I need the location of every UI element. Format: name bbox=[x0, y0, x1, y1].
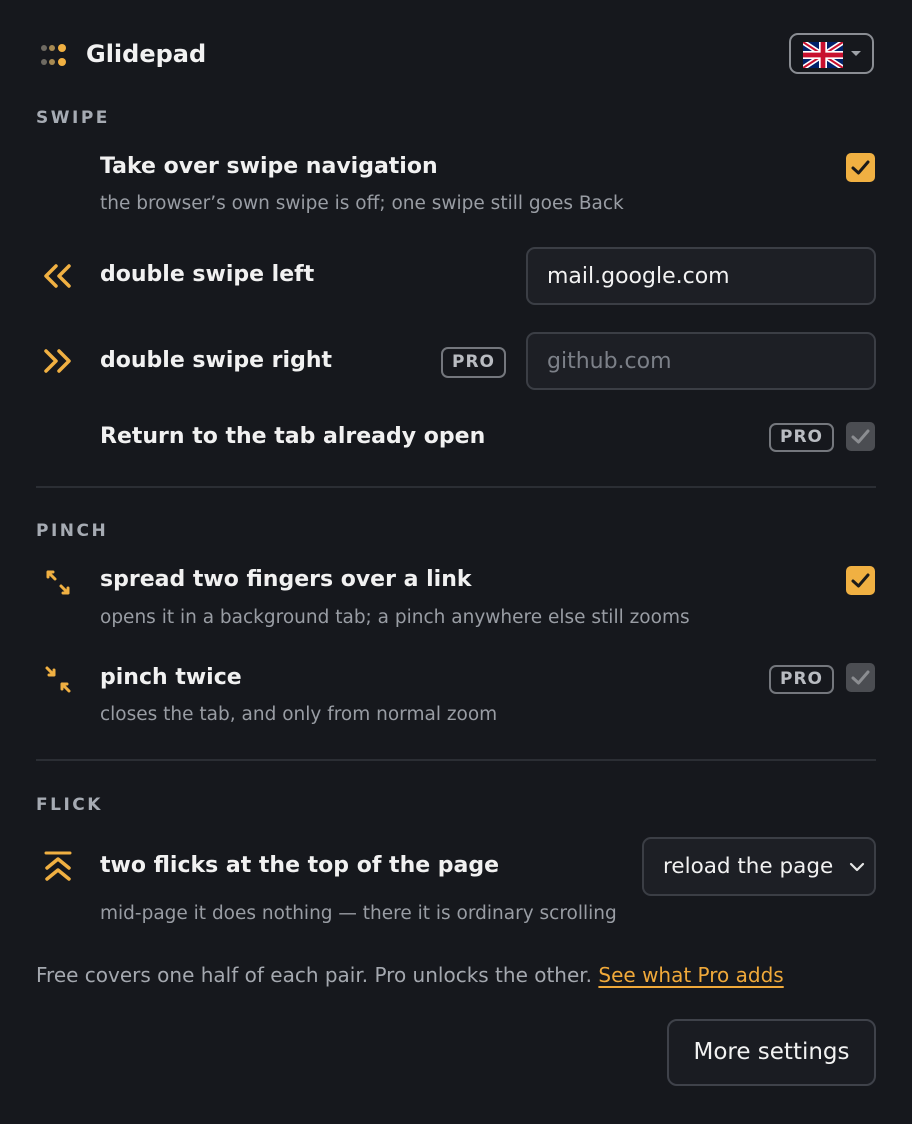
chevron-down-icon bbox=[848, 859, 866, 878]
expand-arrows-icon bbox=[40, 566, 76, 600]
footer-note: Free covers one half of each pair. Pro u… bbox=[36, 963, 784, 987]
section-label-flick: FLICK bbox=[36, 795, 103, 815]
spread-fingers-checkbox[interactable] bbox=[846, 566, 875, 595]
double-chevron-right-icon bbox=[40, 345, 76, 379]
pinch-twice-checkbox[interactable] bbox=[846, 663, 875, 692]
double-chevron-up-icon bbox=[40, 850, 76, 884]
section-label-pinch: PINCH bbox=[36, 521, 109, 541]
return-to-tab-title: Return to the tab already open bbox=[100, 424, 486, 449]
app-title: Glidepad bbox=[86, 40, 207, 68]
takeover-swipe-checkbox[interactable] bbox=[846, 153, 875, 182]
spread-fingers-desc: opens it in a background tab; a pinch an… bbox=[100, 607, 690, 628]
glidepad-logo-icon bbox=[40, 44, 68, 68]
united-kingdom-flag-icon bbox=[801, 39, 845, 71]
flick-action-select[interactable]: reload the page bbox=[642, 837, 876, 896]
section-divider bbox=[36, 486, 876, 488]
double-chevron-left-icon bbox=[40, 260, 76, 294]
language-selector[interactable] bbox=[789, 33, 874, 74]
pro-badge: PRO bbox=[769, 665, 834, 694]
pinch-twice-title: pinch twice bbox=[100, 665, 242, 690]
footer-note-text: Free covers one half of each pair. Pro u… bbox=[36, 963, 599, 987]
flick-action-select-value: reload the page bbox=[663, 854, 834, 879]
double-swipe-right-title: double swipe right bbox=[100, 348, 332, 373]
two-flicks-title: two flicks at the top of the page bbox=[100, 853, 500, 878]
see-pro-link[interactable]: See what Pro adds bbox=[598, 963, 783, 987]
chevron-down-icon bbox=[851, 51, 861, 56]
more-settings-button[interactable]: More settings bbox=[667, 1019, 876, 1086]
takeover-swipe-desc: the browser’s own swipe is off; one swip… bbox=[100, 193, 624, 214]
double-swipe-right-url-input[interactable] bbox=[526, 332, 876, 390]
takeover-swipe-title: Take over swipe navigation bbox=[100, 154, 438, 179]
collapse-arrows-icon bbox=[40, 663, 76, 697]
return-to-tab-checkbox[interactable] bbox=[846, 422, 875, 451]
section-divider bbox=[36, 759, 876, 761]
double-swipe-left-title: double swipe left bbox=[100, 262, 315, 287]
pro-badge: PRO bbox=[769, 423, 834, 452]
pinch-twice-desc: closes the tab, and only from normal zoo… bbox=[100, 704, 498, 725]
double-swipe-left-url-input[interactable] bbox=[526, 247, 876, 305]
section-label-swipe: SWIPE bbox=[36, 108, 110, 128]
two-flicks-desc: mid-page it does nothing — there it is o… bbox=[100, 903, 617, 924]
pro-badge: PRO bbox=[441, 347, 506, 378]
spread-fingers-title: spread two fingers over a link bbox=[100, 567, 472, 592]
